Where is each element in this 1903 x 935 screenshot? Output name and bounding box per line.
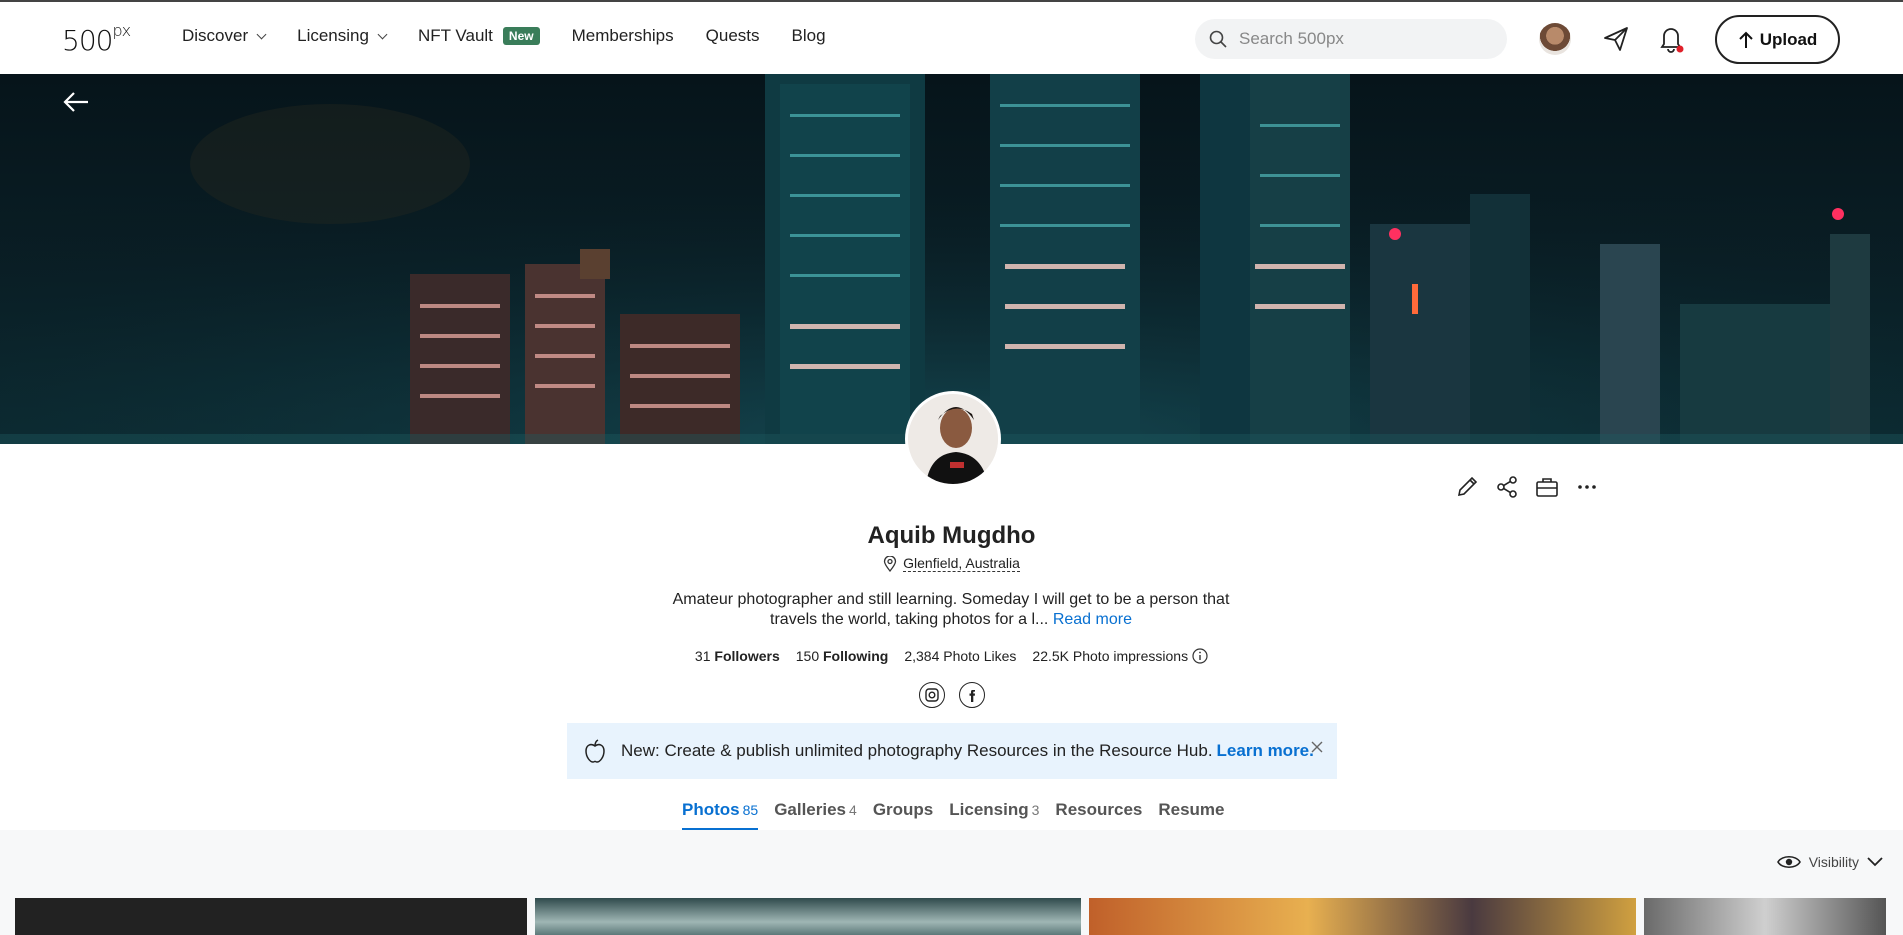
instagram-icon[interactable] [918,682,945,708]
apple-icon [585,739,605,763]
briefcase-icon[interactable] [1534,474,1560,500]
logo[interactable]: 500px [62,21,131,57]
profile-tabs: Photos 85 Galleries 4 Groups Licensing 3 Re… [682,800,1225,830]
nav-discover[interactable]: Discover [182,26,267,46]
photo-thumbnail[interactable] [1089,898,1636,935]
location-text[interactable]: Glenfield, Australia [903,555,1020,572]
nav-memberships[interactable]: Memberships [572,26,674,46]
profile-name: Aquib Mugdho [867,522,1036,549]
main-nav: Discover Licensing NFT Vault New Membersh… [182,26,826,46]
edit-pencil-icon[interactable] [1454,474,1480,500]
visibility-dropdown[interactable]: Visibility [1776,854,1883,870]
search-input[interactable] [1239,29,1489,49]
arrow-up-icon [1738,31,1753,48]
resource-hub-banner: New: Create & publish unlimited photogra… [567,723,1337,779]
chevron-down-icon [256,29,267,39]
cover-photo [0,74,1903,444]
facebook-icon[interactable] [958,682,985,708]
followers-stat[interactable]: 31 Followers [695,648,780,664]
read-more-link[interactable]: Read more [1053,611,1132,628]
photo-thumbnail[interactable] [1644,898,1886,935]
banner-message: New: Create & publish unlimited photogra… [621,741,1314,760]
chevron-down-icon [377,29,388,39]
nav-licensing[interactable]: Licensing [297,26,388,46]
tab-resume[interactable]: Resume [1158,800,1224,830]
city-skyline-image [0,74,1903,444]
tab-groups[interactable]: Groups [873,800,933,830]
close-icon[interactable] [1311,737,1323,758]
tab-galleries[interactable]: Galleries 4 [774,800,857,830]
messages-icon[interactable] [1601,24,1631,54]
nav-blog[interactable]: Blog [792,26,826,46]
location-pin-icon [883,555,897,572]
social-links [0,682,1903,708]
nav-quests[interactable]: Quests [706,26,760,46]
profile-bio: Amateur photographer and still learning.… [666,590,1236,630]
profile-actions [1454,474,1600,500]
impressions-stat: 22.5K Photo impressions [1032,648,1208,664]
photo-gallery: Visibility [0,830,1903,935]
bio-text: Amateur photographer and still learning.… [672,591,1230,628]
nav-nft-vault[interactable]: NFT Vault New [418,26,540,46]
photo-thumbnail[interactable] [15,898,527,935]
tab-photos[interactable]: Photos 85 [682,800,759,830]
tab-resources[interactable]: Resources [1055,800,1142,830]
learn-more-link[interactable]: Learn more. [1217,741,1314,760]
share-icon[interactable] [1494,474,1520,500]
tab-licensing[interactable]: Licensing 3 [949,800,1039,830]
top-navigation: 500px Discover Licensing NFT Vault New Me… [0,0,1903,74]
search-icon [1209,30,1227,48]
photo-thumbnail[interactable] [535,898,1081,935]
notifications-bell-icon[interactable] [1656,24,1686,54]
back-arrow-icon[interactable] [62,88,90,116]
profile-avatar [905,391,1001,487]
eye-icon [1776,855,1801,869]
search-bar[interactable] [1195,19,1507,59]
profile-stats: 31 Followers 150 Following 2,384 Photo L… [0,648,1903,664]
profile-location[interactable]: Glenfield, Australia [0,555,1903,572]
chevron-down-icon [1867,857,1883,867]
photo-likes-stat: 2,384 Photo Likes [904,648,1017,664]
info-icon[interactable] [1192,648,1208,664]
following-stat[interactable]: 150 Following [796,648,889,664]
new-badge: New [502,27,540,45]
more-options-icon[interactable] [1574,474,1600,500]
user-avatar[interactable] [1539,23,1571,55]
upload-button[interactable]: Upload [1715,15,1840,64]
